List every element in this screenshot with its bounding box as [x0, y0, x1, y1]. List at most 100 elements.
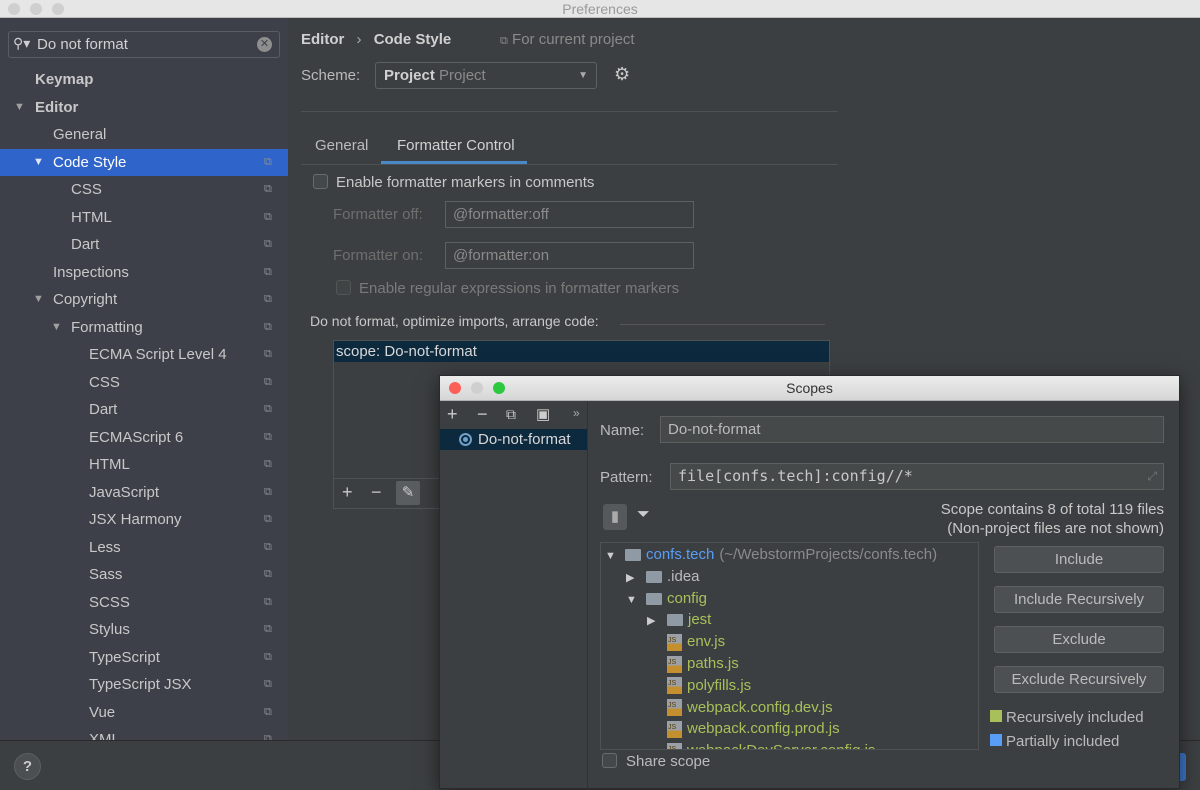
- expand-arrow-icon[interactable]: ▼: [51, 314, 62, 341]
- tree-node[interactable]: JS env.js: [647, 631, 725, 652]
- sidebar-item-label: XML: [89, 731, 120, 740]
- pattern-field[interactable]: file[confs.tech]:config//* ⤢: [670, 463, 1164, 490]
- show-files-icon[interactable]: ▮: [603, 504, 627, 530]
- exclude-recursively-button[interactable]: Exclude Recursively: [994, 666, 1164, 693]
- project-note: ⧉ For current project: [500, 31, 635, 48]
- formatter-off-field[interactable]: @formatter:off: [445, 201, 694, 228]
- sidebar-item[interactable]: Inspections ⧉: [0, 259, 288, 286]
- sidebar-item[interactable]: General: [0, 121, 288, 148]
- sidebar-item[interactable]: ▼ Code Style ⧉: [0, 148, 288, 176]
- sidebar-item[interactable]: Dart ⧉: [0, 231, 288, 258]
- pattern-label: Pattern:: [600, 469, 653, 486]
- edit-icon[interactable]: ✎: [396, 481, 420, 505]
- sidebar-item[interactable]: Keymap: [0, 66, 288, 93]
- scope-item[interactable]: Do-not-format: [440, 429, 587, 450]
- enable-markers-checkbox[interactable]: [313, 174, 328, 189]
- sidebar-item[interactable]: HTML ⧉: [0, 204, 288, 231]
- copy-icon: ⧉: [500, 35, 508, 47]
- window-title: Preferences: [562, 1, 638, 17]
- sidebar-item[interactable]: Less ⧉: [0, 534, 288, 561]
- tree-node[interactable]: ▶ .idea: [626, 566, 700, 587]
- sidebar-item[interactable]: ▼ Editor: [0, 94, 288, 121]
- project-copy-icon: ⧉: [264, 265, 272, 278]
- tree-node-label: env.js: [687, 633, 726, 651]
- tree-node[interactable]: ▶ jest: [647, 609, 711, 630]
- project-copy-icon: ⧉: [264, 705, 272, 718]
- scopes-title: Scopes: [786, 380, 833, 396]
- sidebar-item[interactable]: ▼ Copyright ⧉: [0, 286, 288, 313]
- search-input[interactable]: ⚲▾ Do not format ✕: [8, 31, 280, 58]
- project-copy-icon: ⧉: [264, 293, 272, 305]
- remove-icon[interactable]: −: [371, 482, 382, 503]
- sidebar-item[interactable]: ECMAScript 6 ⧉: [0, 424, 288, 451]
- project-copy-icon: ⧉: [264, 430, 272, 443]
- tab-general[interactable]: General: [315, 137, 368, 154]
- sidebar-item-label: JSX Harmony: [89, 511, 182, 528]
- scheme-select[interactable]: Project Project ▼: [375, 62, 597, 89]
- sidebar-item[interactable]: CSS ⧉: [0, 369, 288, 396]
- sidebar-item[interactable]: ▼ Formatting ⧉: [0, 314, 288, 341]
- folder-icon: [667, 614, 683, 627]
- include-button[interactable]: Include: [994, 546, 1164, 573]
- regex-checkbox[interactable]: [336, 280, 351, 295]
- tree-node[interactable]: JS webpackDevServer.config.js: [647, 740, 875, 749]
- add-scope-icon[interactable]: +: [447, 404, 458, 425]
- tree-arrow-icon[interactable]: ▼: [605, 546, 625, 567]
- clear-search-icon[interactable]: ✕: [257, 37, 272, 52]
- scope-note: (Non-project files are not shown): [947, 520, 1164, 537]
- expand-arrow-icon[interactable]: ▼: [33, 286, 44, 313]
- add-icon[interactable]: +: [342, 482, 353, 503]
- scope-list-item[interactable]: scope: Do-not-format: [334, 341, 829, 362]
- expand-arrow-icon[interactable]: ▼: [33, 149, 44, 176]
- sidebar-item[interactable]: CSS ⧉: [0, 176, 288, 203]
- sidebar-item[interactable]: TypeScript ⧉: [0, 644, 288, 671]
- tree-node[interactable]: ▼ config: [626, 588, 707, 609]
- expand-arrow-icon[interactable]: ▼: [14, 94, 25, 121]
- tree-arrow-icon[interactable]: ▶: [647, 611, 667, 632]
- tree-node[interactable]: JS paths.js: [647, 653, 739, 674]
- filter-icon[interactable]: ⏷: [637, 506, 650, 524]
- sidebar-item[interactable]: TypeScript JSX ⧉: [0, 671, 288, 698]
- tree-node[interactable]: JS webpack.config.prod.js: [647, 718, 840, 739]
- tab-formatter-control[interactable]: Formatter Control: [397, 137, 515, 154]
- name-field[interactable]: Do-not-format: [660, 416, 1164, 443]
- more-icon[interactable]: »: [573, 406, 580, 420]
- sidebar-item[interactable]: Vue ⧉: [0, 699, 288, 726]
- tree-node[interactable]: JS polyfills.js: [647, 675, 751, 696]
- sidebar-item[interactable]: XML ⧉: [0, 726, 288, 740]
- help-button[interactable]: ?: [14, 753, 41, 780]
- tree-node[interactable]: JS webpack.config.dev.js: [647, 697, 833, 718]
- breadcrumb: Editor › Code Style: [301, 31, 451, 48]
- sidebar-item[interactable]: Stylus ⧉: [0, 616, 288, 643]
- breadcrumb-parent[interactable]: Editor: [301, 31, 344, 48]
- legend-partial-label: Partially included: [1006, 733, 1120, 750]
- sidebar-item[interactable]: SCSS ⧉: [0, 589, 288, 616]
- share-scope-label: Share scope: [626, 753, 711, 770]
- expand-icon[interactable]: ⤢: [1147, 464, 1157, 489]
- copy-scope-icon[interactable]: ⧉: [506, 406, 516, 423]
- sidebar-item[interactable]: JavaScript ⧉: [0, 479, 288, 506]
- js-file-icon: JS: [667, 677, 682, 695]
- project-copy-icon: ⧉: [264, 650, 272, 663]
- sidebar-item[interactable]: ECMA Script Level 4 ⧉: [0, 341, 288, 368]
- formatter-on-label: Formatter on:: [333, 247, 424, 264]
- tree-node[interactable]: ▼ confs.tech (~/WebstormProjects/confs.tec…: [605, 544, 937, 565]
- close-dialog-button[interactable]: [449, 382, 461, 394]
- sidebar-item[interactable]: HTML ⧉: [0, 451, 288, 478]
- include-recursively-button[interactable]: Include Recursively: [994, 586, 1164, 613]
- save-scope-icon[interactable]: ▣: [536, 405, 550, 423]
- tree-arrow-icon[interactable]: ▼: [626, 590, 646, 611]
- sidebar-item[interactable]: JSX Harmony ⧉: [0, 506, 288, 533]
- exclude-button[interactable]: Exclude: [994, 626, 1164, 653]
- gear-icon[interactable]: ⚙: [614, 64, 630, 85]
- sidebar-item[interactable]: Dart ⧉: [0, 396, 288, 423]
- search-value: Do not format: [37, 36, 128, 53]
- share-scope-checkbox[interactable]: [602, 753, 617, 768]
- tree-node-label: webpack.config.dev.js: [687, 698, 833, 716]
- tree-arrow-icon[interactable]: ▶: [626, 568, 646, 589]
- remove-scope-icon[interactable]: −: [477, 404, 488, 425]
- formatter-on-field[interactable]: @formatter:on: [445, 242, 694, 269]
- zoom-dialog-button[interactable]: [493, 382, 505, 394]
- sidebar-item[interactable]: Sass ⧉: [0, 561, 288, 588]
- project-copy-icon: ⧉: [264, 155, 272, 168]
